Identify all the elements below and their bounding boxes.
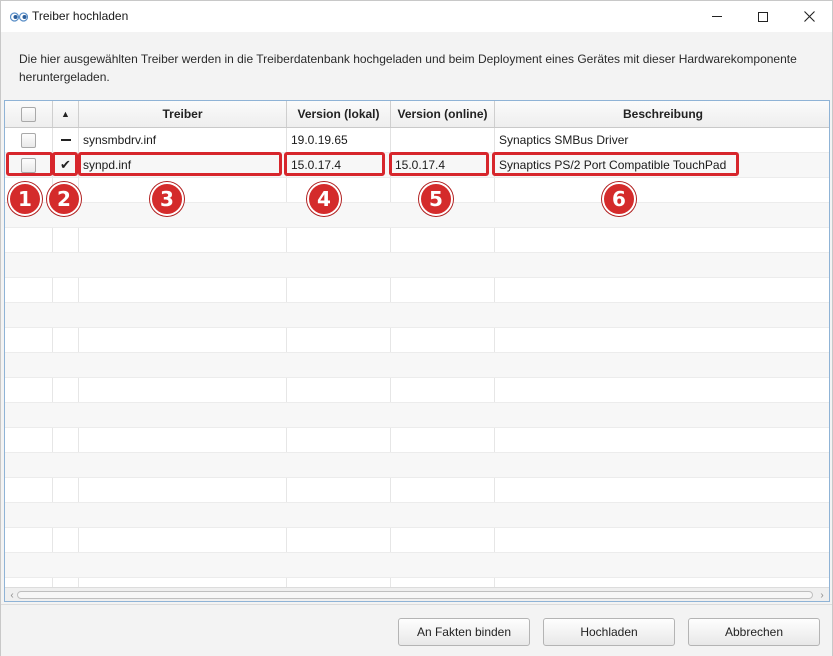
row-select-cell[interactable] (5, 128, 53, 152)
scroll-right-icon[interactable]: › (816, 589, 828, 601)
empty-row (5, 378, 829, 403)
highlight-status-cell (52, 152, 78, 176)
annotation-badge-5: 5 (419, 182, 453, 216)
header-treiber[interactable]: Treiber (79, 101, 287, 127)
empty-row (5, 478, 829, 503)
header-version-online[interactable]: Version (online) (391, 101, 495, 127)
title-bar: Treiber hochladen (1, 1, 832, 32)
row-status-cell (53, 128, 79, 152)
bind-to-facts-button[interactable]: An Fakten binden (398, 618, 530, 646)
empty-row (5, 178, 829, 203)
header-select-all[interactable] (5, 101, 53, 127)
minimize-button[interactable] (694, 1, 740, 32)
empty-row (5, 553, 829, 578)
row-driver: synsmbdrv.inf (79, 128, 287, 152)
table-row[interactable]: synsmbdrv.inf 19.0.19.65 Synaptics SMBus… (5, 128, 829, 153)
sort-ascending-icon: ▲ (61, 109, 70, 119)
highlight-description-cell (492, 152, 739, 176)
horizontal-scrollbar[interactable]: ‹ › (5, 587, 829, 601)
close-button[interactable] (786, 1, 832, 32)
window-title: Treiber hochladen (32, 9, 129, 23)
table-header: ▲ Treiber Version (lokal) Version (onlin… (5, 101, 829, 128)
empty-row (5, 203, 829, 228)
empty-row (5, 403, 829, 428)
highlight-version-local-cell (284, 152, 385, 176)
dialog-window: Treiber hochladen Die hier ausgewählten … (0, 0, 833, 656)
scrollbar-thumb[interactable] (17, 591, 813, 599)
empty-row (5, 453, 829, 478)
status-none-icon (60, 139, 71, 141)
empty-row (5, 253, 829, 278)
row-checkbox[interactable] (21, 132, 36, 148)
description-text: Die hier ausgewählten Treiber werden in … (19, 52, 797, 84)
annotation-badge-3: 3 (150, 182, 184, 216)
empty-row (5, 503, 829, 528)
select-all-checkbox[interactable] (21, 106, 36, 122)
dialog-footer: An Fakten binden Hochladen Abbrechen (1, 604, 832, 656)
empty-row (5, 303, 829, 328)
annotation-badge-2: 2 (47, 182, 81, 216)
empty-row (5, 228, 829, 253)
annotation-badge-1: 1 (8, 182, 42, 216)
annotation-badge-6: 6 (602, 182, 636, 216)
minimize-icon (712, 16, 722, 17)
highlight-version-online-cell (389, 152, 489, 176)
close-icon (803, 11, 815, 22)
app-eyes-icon (9, 11, 29, 22)
header-beschreibung[interactable]: Beschreibung (495, 101, 829, 127)
cancel-button[interactable]: Abbrechen (688, 618, 820, 646)
header-status-sort[interactable]: ▲ (53, 101, 79, 127)
empty-row (5, 353, 829, 378)
maximize-button[interactable] (740, 1, 786, 32)
row-version-local: 19.0.19.65 (287, 128, 391, 152)
row-description: Synaptics SMBus Driver (499, 133, 629, 147)
empty-row (5, 328, 829, 353)
header-version-lokal[interactable]: Version (lokal) (287, 101, 391, 127)
maximize-icon (758, 11, 768, 22)
table-body: synsmbdrv.inf 19.0.19.65 Synaptics SMBus… (5, 128, 829, 588)
highlight-driver-cell (78, 152, 282, 176)
empty-row (5, 428, 829, 453)
row-version-online (391, 128, 495, 152)
highlight-checkbox-cell (6, 152, 53, 176)
empty-row (5, 528, 829, 553)
annotation-badge-4: 4 (307, 182, 341, 216)
empty-row (5, 278, 829, 303)
upload-button[interactable]: Hochladen (543, 618, 675, 646)
